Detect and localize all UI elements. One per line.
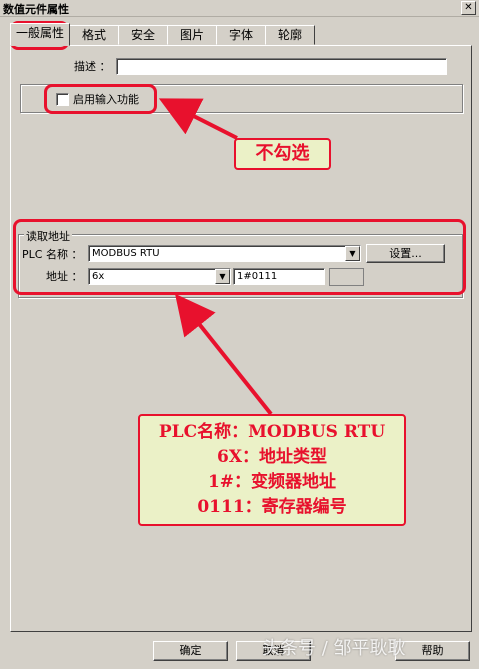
arrow-to-address xyxy=(175,293,273,416)
callout-line: 6X：地址类型 xyxy=(216,447,328,467)
tab-general[interactable]: 一般属性 xyxy=(10,23,70,46)
annotation-arrows xyxy=(158,98,273,416)
callout-line: 1#：变频器地址 xyxy=(207,472,337,492)
watermark: 头条号 / 邹平耿耿 xyxy=(262,638,406,659)
callout-uncheck: 不勾选 xyxy=(234,138,331,170)
callout-line: PLC名称：MODBUS RTU xyxy=(158,422,386,442)
callout-address-explain: PLC名称：MODBUS RTU 6X：地址类型 1#：变频器地址 0111：寄… xyxy=(138,414,406,526)
callout-line: 0111：寄存器编号 xyxy=(197,497,347,517)
arrow-to-checkbox xyxy=(158,98,238,140)
